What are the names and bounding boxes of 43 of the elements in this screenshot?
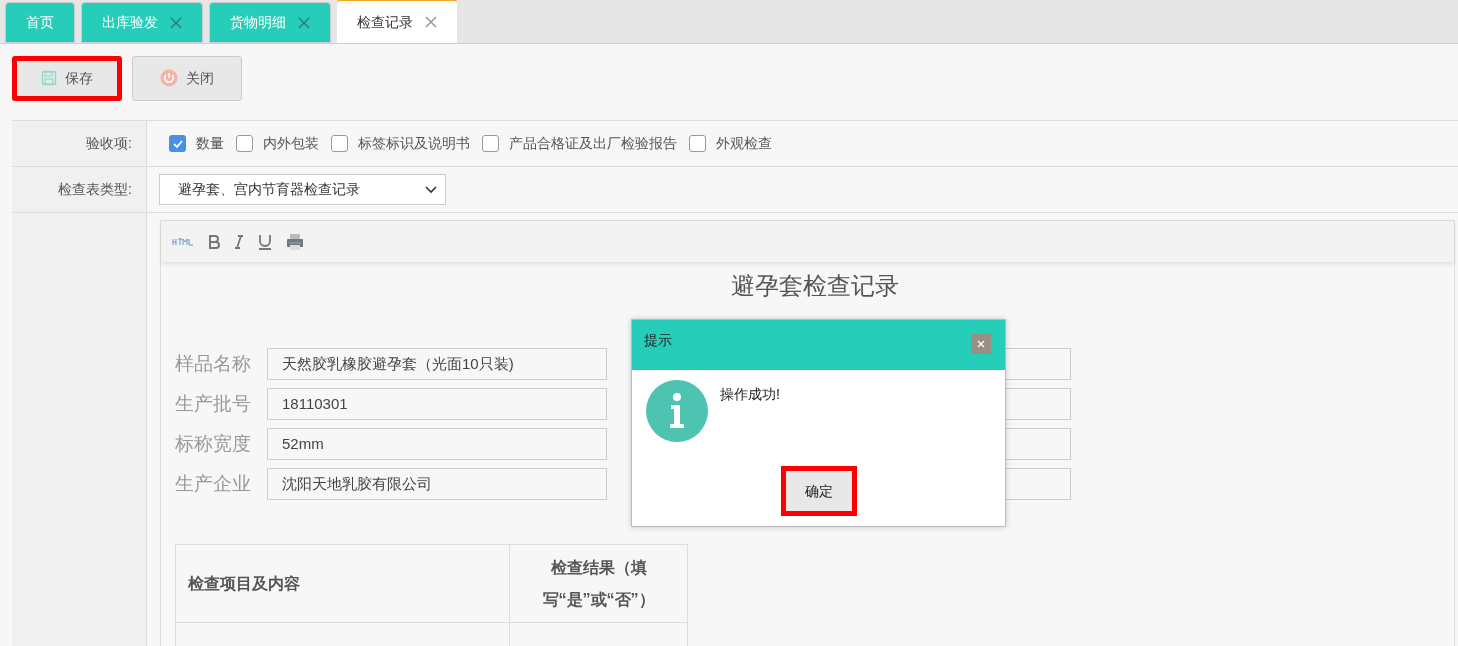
dropdown[interactable]: 避孕套、宫内节育器检查记录: [159, 174, 446, 205]
input-field[interactable]: 天然胶乳橡胶避孕套（光面10只装): [267, 348, 607, 380]
checkbox[interactable]: [689, 135, 706, 152]
field-label: 标称宽度: [175, 431, 252, 456]
underline-icon[interactable]: [258, 233, 272, 250]
checkbox[interactable]: [331, 135, 348, 152]
input-field[interactable]: 18110301: [267, 388, 607, 420]
info-icon: [646, 380, 708, 442]
power-icon: [160, 69, 178, 87]
checkbox-label: 标签标识及说明书: [358, 134, 470, 153]
field-label: 检查表类型:: [12, 167, 147, 212]
checkbox-label: 外观检查: [716, 134, 772, 153]
tab[interactable]: 检查记录: [337, 0, 457, 43]
close-icon[interactable]: [425, 16, 437, 28]
dialog-title: 提示: [644, 331, 672, 350]
checkbox[interactable]: [236, 135, 253, 152]
field-label: 验收项:: [12, 121, 147, 166]
close-button[interactable]: [971, 334, 991, 354]
close-icon[interactable]: [170, 16, 182, 29]
document-title: 避孕套检查记录: [729, 272, 900, 301]
input-field[interactable]: 52mm: [267, 428, 607, 460]
chevron-down-icon: [425, 185, 437, 194]
close-button[interactable]: 关闭: [132, 55, 242, 101]
column-header: 检查结果（填写“是”或“否”）: [509, 544, 688, 623]
checkbox-label: 内外包装: [263, 134, 319, 153]
confirm-button[interactable]: 确定: [780, 466, 857, 516]
save-button[interactable]: 保存: [12, 55, 122, 101]
close-icon[interactable]: [298, 16, 310, 29]
checkbox-label: 数量: [196, 134, 224, 153]
dialog-message: 操作成功!: [720, 385, 780, 404]
italic-icon[interactable]: [234, 234, 244, 249]
checkbox[interactable]: [169, 135, 186, 152]
print-icon[interactable]: [286, 232, 304, 251]
field-label: 生产企业: [175, 471, 252, 496]
column-header: 检查项目及内容: [175, 544, 510, 623]
checkbox[interactable]: [482, 135, 499, 152]
html-icon[interactable]: [172, 237, 194, 246]
checkbox-label: 产品合格证及出厂检验报告: [509, 134, 677, 153]
field-label: 样品名称: [175, 351, 252, 376]
bold-icon[interactable]: [208, 234, 220, 249]
field-label: 生产批号: [175, 391, 252, 416]
input-field[interactable]: 沈阳天地乳胶有限公司: [267, 468, 607, 500]
close-icon: [977, 340, 985, 348]
